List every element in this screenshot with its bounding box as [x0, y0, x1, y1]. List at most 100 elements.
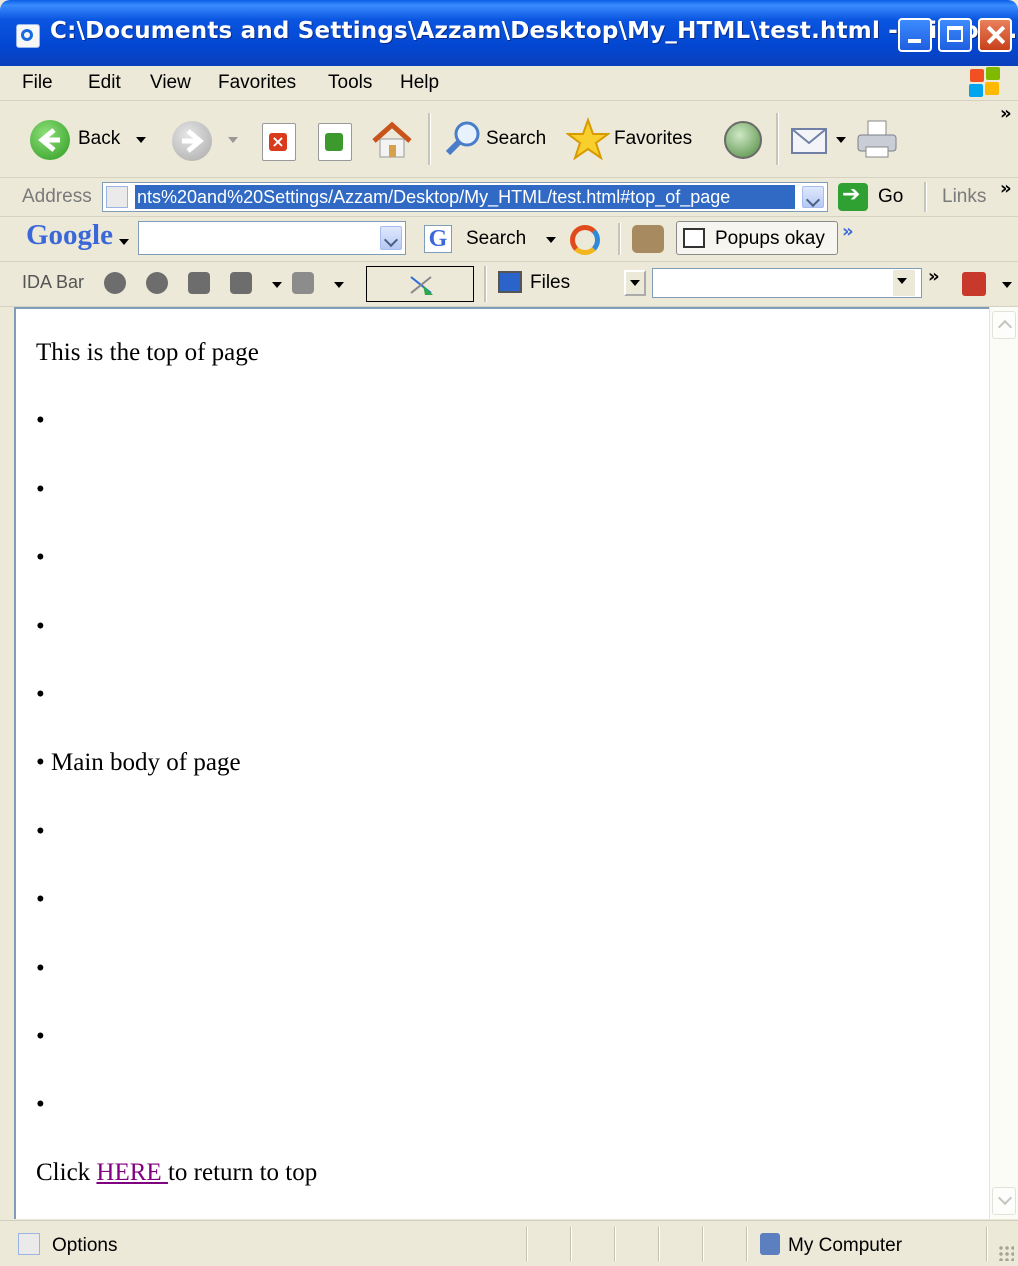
status-separator — [746, 1227, 748, 1261]
files-select[interactable]: Files — [490, 268, 648, 298]
list-bullet: • — [36, 544, 45, 571]
popup-window-icon — [683, 228, 705, 248]
toolbar-separator — [618, 223, 621, 255]
title-bar[interactable]: C:\Documents and Settings\Azzam\Desktop\… — [0, 0, 1018, 66]
list-bullet: • — [36, 1023, 45, 1050]
google-search-input[interactable] — [138, 221, 406, 255]
ida-input-dropdown-icon[interactable] — [893, 270, 915, 296]
scroll-up-icon[interactable] — [992, 311, 1016, 339]
minimize-button[interactable] — [898, 18, 932, 52]
top-of-page-text: This is the top of page — [36, 339, 259, 366]
my-computer-icon — [760, 1233, 780, 1255]
google-logo[interactable]: Google — [26, 219, 113, 252]
list-bullet: • — [36, 818, 45, 845]
print-icon[interactable] — [854, 119, 900, 161]
pdf-dropdown-icon[interactable] — [1002, 282, 1012, 288]
go-arrow-icon[interactable] — [838, 182, 868, 211]
list-bullet: • — [36, 749, 45, 776]
pdf-icon[interactable] — [962, 272, 986, 296]
click-prefix-text: Click — [36, 1159, 97, 1186]
address-dropdown-icon[interactable] — [802, 186, 824, 208]
ida-settings-icon[interactable] — [292, 272, 314, 294]
google-search-button-label[interactable]: Search — [466, 228, 526, 250]
list-bullet: • — [36, 613, 45, 640]
forward-dropdown-icon[interactable] — [228, 137, 238, 143]
maximize-button[interactable] — [938, 18, 972, 52]
google-menu-dropdown-icon[interactable] — [119, 239, 129, 245]
menu-view[interactable]: View — [150, 72, 191, 94]
close-button[interactable] — [978, 18, 1012, 52]
history-icon[interactable] — [724, 121, 762, 159]
vertical-scrollbar[interactable] — [989, 307, 1018, 1219]
ie-page-icon — [18, 1233, 40, 1255]
google-search-dropdown-icon[interactable] — [380, 226, 402, 250]
menu-bar: File Edit View Favorites Tools Help — [0, 66, 1018, 101]
menu-help[interactable]: Help — [400, 72, 439, 94]
ida-settings-dropdown-icon[interactable] — [334, 282, 344, 288]
search-button-label[interactable]: Search — [486, 128, 546, 150]
ida-copy-icon[interactable] — [188, 272, 210, 294]
popups-okay-button[interactable]: Popups okay — [676, 221, 838, 255]
menu-file[interactable]: File — [22, 72, 53, 94]
here-link[interactable]: HERE — [96, 1159, 168, 1186]
list-bullet: • — [36, 955, 45, 982]
status-separator — [658, 1227, 660, 1261]
google-g-icon[interactable]: G — [424, 225, 452, 253]
toolbar-separator — [924, 182, 927, 212]
forward-arrow-icon[interactable] — [172, 121, 212, 161]
google-logo-text: Google — [26, 219, 113, 251]
resize-grip-icon[interactable] — [998, 1245, 1014, 1261]
mail-dropdown-icon[interactable] — [836, 137, 846, 143]
standard-toolbar: Back × Search Favorites » — [0, 101, 1018, 178]
toolbar-separator — [428, 113, 431, 165]
list-bullet: • — [36, 681, 45, 708]
ida-text-input[interactable] — [652, 268, 922, 298]
list-bullet: • — [36, 407, 45, 434]
menu-tools[interactable]: Tools — [328, 72, 372, 94]
pagerank-icon[interactable] — [570, 225, 600, 255]
google-search-dropdown-arrow-icon[interactable] — [546, 237, 556, 243]
ida-home-icon[interactable] — [230, 272, 252, 294]
links-more-chevron[interactable]: » — [1000, 178, 1012, 199]
go-button-label[interactable]: Go — [878, 186, 903, 208]
google-toolbar-more-chevron[interactable]: » — [842, 221, 854, 242]
ie-page-icon — [106, 186, 128, 208]
ida-more-chevron[interactable]: » — [928, 266, 940, 287]
refresh-icon[interactable] — [318, 123, 352, 161]
list-bullet: • — [36, 886, 45, 913]
list-bullet: • — [36, 476, 45, 503]
ida-download-icon[interactable] — [104, 272, 126, 294]
files-dropdown-icon[interactable] — [624, 270, 646, 296]
popups-okay-label: Popups okay — [715, 228, 825, 249]
address-url[interactable]: nts%20and%20Settings/Azzam/Desktop/My_HT… — [135, 185, 795, 209]
ida-drop-target[interactable] — [366, 266, 474, 302]
address-field[interactable]: nts%20and%20Settings/Azzam/Desktop/My_HT… — [102, 182, 828, 212]
return-to-top-text: to return to top — [167, 1159, 318, 1186]
stop-icon[interactable]: × — [262, 123, 296, 161]
scroll-down-icon[interactable] — [992, 1187, 1016, 1215]
back-dropdown-icon[interactable] — [136, 137, 146, 143]
home-icon[interactable] — [370, 119, 414, 161]
popup-blocker-icon[interactable] — [632, 225, 664, 253]
ida-home-dropdown-icon[interactable] — [272, 282, 282, 288]
search-icon[interactable] — [444, 119, 484, 159]
links-label[interactable]: Links — [942, 186, 986, 208]
favorites-button-label[interactable]: Favorites — [614, 128, 692, 150]
security-zone-text: My Computer — [788, 1235, 903, 1256]
menu-favorites[interactable]: Favorites — [218, 72, 296, 94]
status-separator — [570, 1227, 572, 1261]
toolbar-more-chevron[interactable]: » — [1000, 103, 1012, 124]
toolbar-separator — [484, 266, 487, 302]
back-arrow-icon[interactable] — [30, 120, 70, 160]
ie-page-icon — [16, 24, 40, 48]
menu-edit[interactable]: Edit — [88, 72, 121, 94]
back-button-label[interactable]: Back — [78, 128, 120, 150]
mail-icon[interactable] — [790, 123, 830, 157]
page-content: This is the top of page • • • • • • Main… — [14, 307, 989, 1219]
ida-add-icon[interactable] — [146, 272, 168, 294]
status-separator — [702, 1227, 704, 1261]
ida-bar-label: IDA Bar — [22, 272, 85, 292]
favorites-star-icon[interactable] — [565, 117, 611, 161]
status-text: Options — [52, 1235, 118, 1256]
address-bar: Address nts%20and%20Settings/Azzam/Deskt… — [0, 178, 1018, 217]
